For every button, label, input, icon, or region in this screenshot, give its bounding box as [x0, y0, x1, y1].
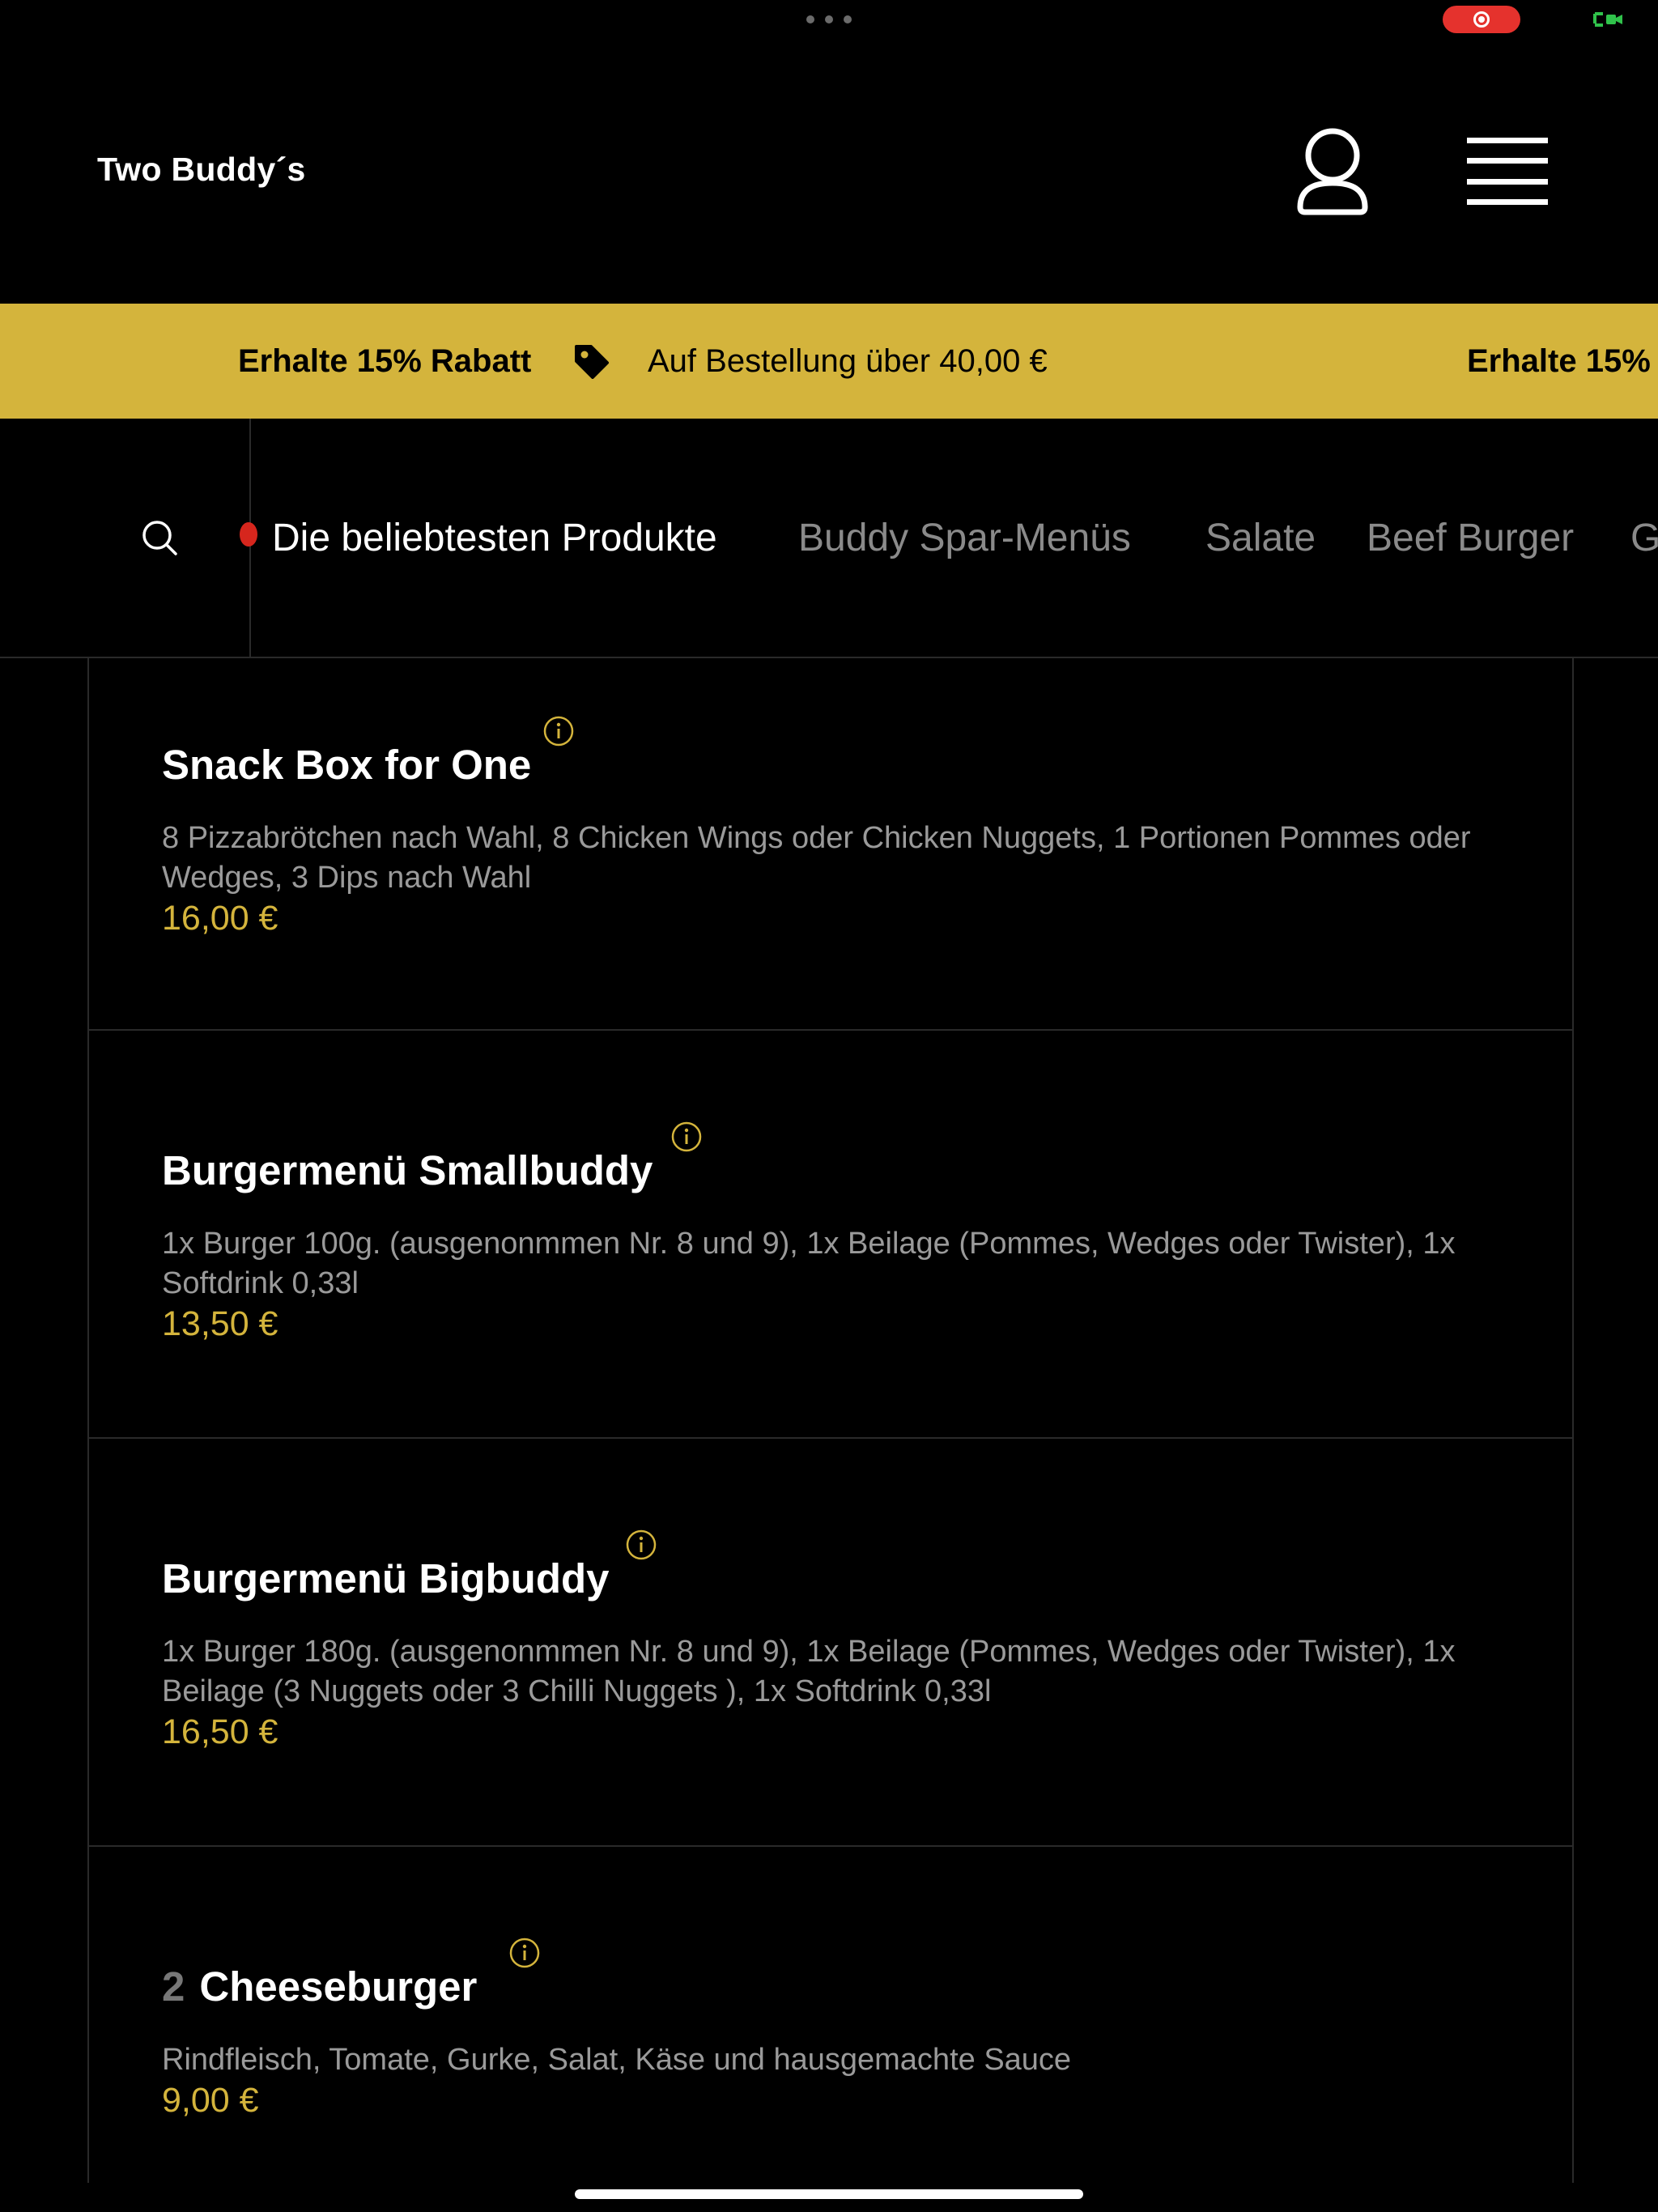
info-icon[interactable] [508, 1937, 541, 1969]
home-indicator[interactable] [575, 2189, 1083, 2199]
product-title: Snack Box for One [162, 742, 532, 788]
product-price: 16,50 € [162, 1712, 278, 1751]
info-icon[interactable] [625, 1529, 657, 1561]
product-description: 1x Burger 100g. (ausgenonmmen Nr. 8 und … [162, 1227, 1456, 1300]
tab-next-category[interactable]: G [1630, 516, 1658, 560]
brand-logo[interactable]: Two Buddy´s [97, 151, 306, 189]
product-description: 8 Pizzabrötchen nach Wahl, 8 Chicken Win… [162, 821, 1471, 895]
multitasking-dots-icon[interactable] [806, 11, 852, 28]
tab-beef-burger[interactable]: Beef Burger [1367, 516, 1574, 560]
tab-salads[interactable]: Salate [1205, 516, 1316, 560]
product-description: 1x Burger 180g. (ausgenonmmen Nr. 8 und … [162, 1635, 1456, 1708]
product-card[interactable]: Burgermenü Bigbuddy 1x Burger 180g. (aus… [89, 1439, 1572, 1847]
tag-icon [573, 304, 610, 419]
user-icon[interactable] [1295, 126, 1370, 217]
product-number: 2 [162, 1963, 185, 2010]
camera-in-use-icon [1593, 12, 1622, 27]
category-nav: Die beliebtesten Produkte Buddy Spar-Men… [0, 419, 1658, 658]
product-card[interactable]: Snack Box for One 8 Pizzabrötchen nach W… [89, 657, 1572, 1031]
product-title: Burgermenü Smallbuddy [162, 1147, 653, 1193]
screen-recording-indicator[interactable] [1443, 6, 1520, 33]
product-price: 9,00 € [162, 2081, 259, 2120]
search-icon [142, 521, 177, 555]
info-icon[interactable] [542, 715, 575, 747]
info-icon[interactable] [670, 1121, 703, 1153]
product-card[interactable]: 2 Cheeseburger Rindfleisch, Tomate, Gurke… [89, 1847, 1572, 2183]
product-title: 2 Cheeseburger [162, 1963, 478, 2010]
search-button[interactable] [0, 419, 251, 657]
product-list: Snack Box for One 8 Pizzabrötchen nach W… [87, 657, 1574, 2183]
product-description: Rindfleisch, Tomate, Gurke, Salat, Käse … [162, 2043, 1072, 2077]
product-card[interactable]: Burgermenü Smallbuddy 1x Burger 100g. (a… [89, 1031, 1572, 1439]
record-icon [1473, 11, 1490, 28]
promo-banner: Erhalte 15% Rabatt Auf Bestellung über 4… [0, 304, 1658, 419]
product-title: Burgermenü Bigbuddy [162, 1555, 610, 1602]
promo-headline: Erhalte 15% Rabatt [238, 342, 532, 379]
promo-condition: Auf Bestellung über 40,00 € [648, 342, 1048, 379]
tab-popular-products[interactable]: Die beliebtesten Produkte [272, 516, 717, 560]
product-price: 13,50 € [162, 1304, 278, 1343]
product-price: 16,00 € [162, 899, 278, 938]
popular-badge-icon [240, 522, 257, 547]
hamburger-menu-icon[interactable] [1467, 138, 1548, 206]
promo-headline-repeat: Erhalte 15% [1467, 342, 1651, 379]
tab-spar-menus[interactable]: Buddy Spar-Menüs [798, 516, 1131, 560]
